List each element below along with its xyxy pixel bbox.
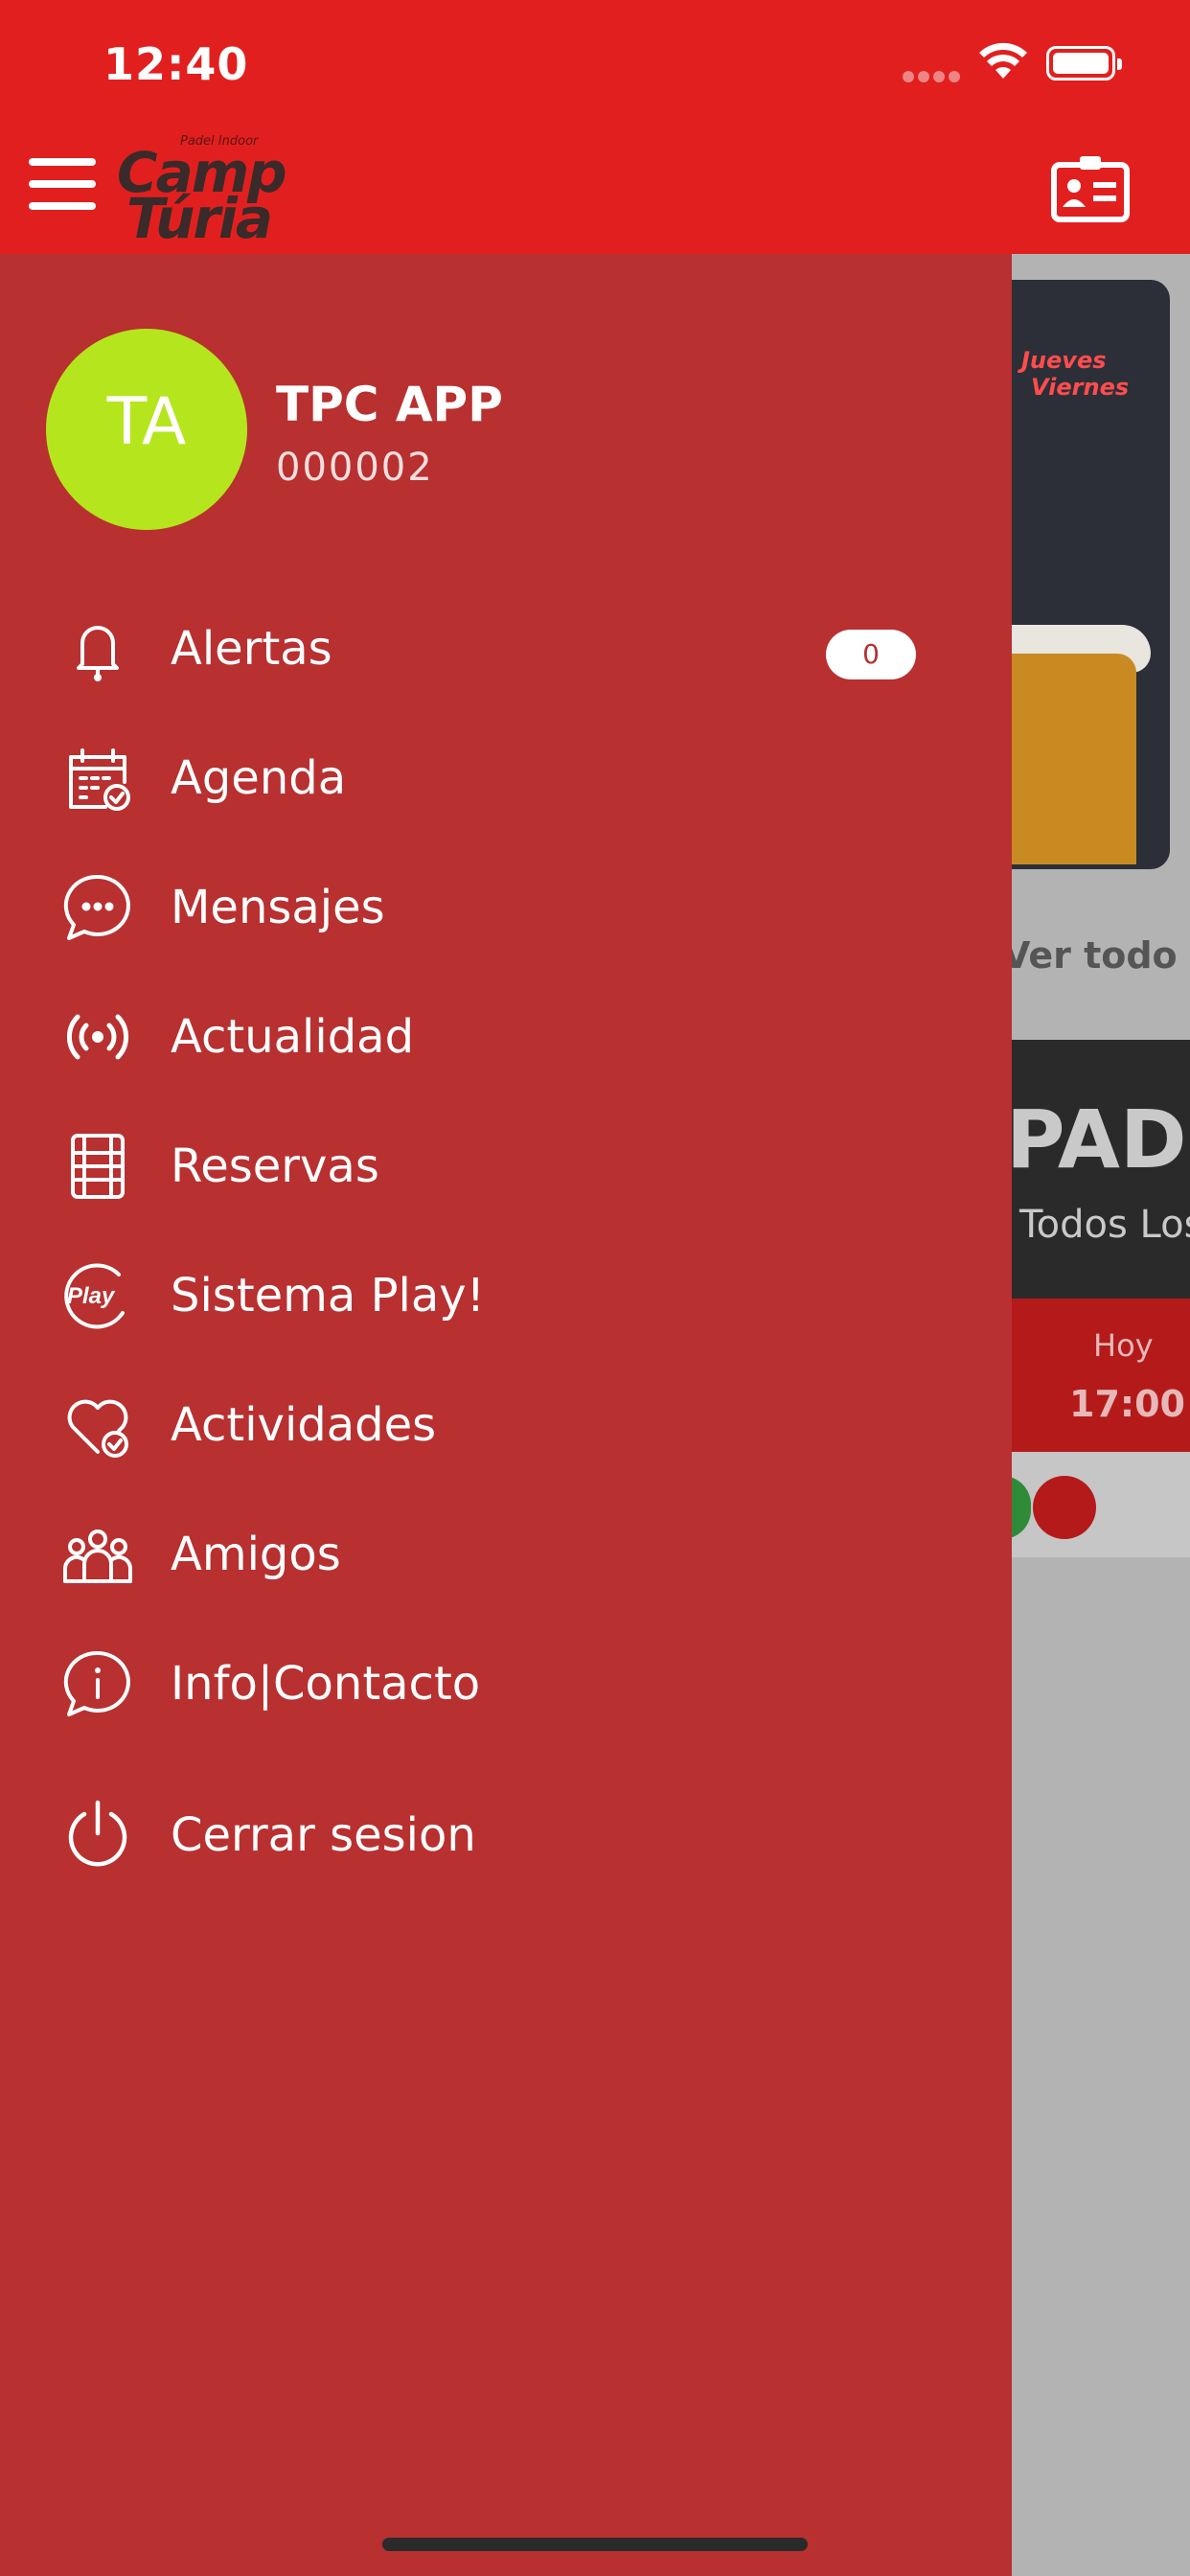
promo-banner: Jueves Viernes	[1012, 280, 1170, 869]
court-icon	[71, 1134, 125, 1199]
membership-card-icon[interactable]	[1051, 153, 1130, 222]
bell-icon	[77, 626, 119, 681]
cellular-signal-icon	[903, 71, 960, 84]
menu-item-actividades[interactable]: Actividades	[0, 1366, 1012, 1481]
battery-icon	[1046, 46, 1122, 80]
menu-item-label: Amigos	[171, 1528, 341, 1581]
menu-item-label: Alertas	[171, 622, 332, 676]
menu-item-label: Cerrar sesion	[171, 1808, 476, 1862]
chat-bubble-icon	[63, 874, 130, 940]
menu-item-label: Sistema Play!	[171, 1269, 485, 1322]
see-all-link: Ver todo	[1012, 934, 1178, 977]
gender-mixed-icon	[1033, 1476, 1096, 1539]
broadcast-icon	[66, 1014, 129, 1060]
home-indicator[interactable]	[382, 2538, 808, 2551]
avatar-initials: TA	[106, 384, 187, 460]
menu-item-mensajes[interactable]: Mensajes	[0, 848, 1012, 963]
power-icon	[68, 1800, 127, 1867]
event-card: PADEL Todos Los Niveles Hoy 17:00	[1012, 1040, 1190, 1557]
menu-item-alertas[interactable]: Alertas 0	[0, 589, 1012, 704]
menu-item-label: Agenda	[171, 751, 347, 805]
menu-item-actualidad[interactable]: Actualidad	[0, 978, 1012, 1092]
heart-check-icon	[67, 1399, 128, 1458]
user-id: 000002	[276, 446, 434, 490]
wifi-icon	[979, 42, 1027, 79]
top-bar: 12:40 Padel Indoor Camp Túria	[0, 0, 1190, 254]
play-badge-icon: Play	[64, 1263, 125, 1329]
group-icon	[63, 1530, 132, 1583]
club-logo: Padel Indoor Camp Túria	[117, 134, 287, 251]
menu-item-label: Mensajes	[171, 881, 385, 934]
menu-item-reservas[interactable]: Reservas	[0, 1107, 1012, 1222]
menu-item-label: Info|Contacto	[171, 1657, 481, 1711]
level-icon	[1012, 1476, 1031, 1539]
menu-item-cerrar-sesion[interactable]: Cerrar sesion	[0, 1776, 1012, 1891]
main-content-overlay[interactable]: Jueves Viernes Ver todo PADEL Todos Los …	[1012, 254, 1190, 2576]
status-icons	[903, 42, 1190, 90]
calendar-check-icon	[69, 748, 130, 811]
status-time: 12:40	[103, 38, 249, 90]
menu-item-agenda[interactable]: Agenda	[0, 719, 1012, 834]
avatar[interactable]: TA	[46, 329, 247, 530]
svg-text:Play: Play	[67, 1283, 116, 1309]
menu-item-sistema-play[interactable]: Play Sistema Play!	[0, 1236, 1012, 1351]
menu-toggle-button[interactable]	[29, 158, 96, 211]
menu-item-label: Actividades	[171, 1398, 437, 1452]
user-name: TPC APP	[276, 377, 503, 432]
info-chat-icon	[63, 1650, 130, 1716]
menu-item-label: Reservas	[171, 1139, 379, 1193]
menu-item-info-contacto[interactable]: Info|Contacto	[0, 1624, 1012, 1739]
side-drawer: TA TPC APP 000002 Alertas 0 Agenda Mensa…	[0, 254, 1012, 2576]
event-info: Hoy 17:00	[1012, 1299, 1190, 1452]
event-image: PADEL Todos Los Niveles	[1012, 1040, 1190, 1299]
menu-item-label: Actualidad	[171, 1010, 415, 1064]
menu-item-amigos[interactable]: Amigos	[0, 1495, 1012, 1610]
alerts-count-badge: 0	[826, 630, 916, 679]
